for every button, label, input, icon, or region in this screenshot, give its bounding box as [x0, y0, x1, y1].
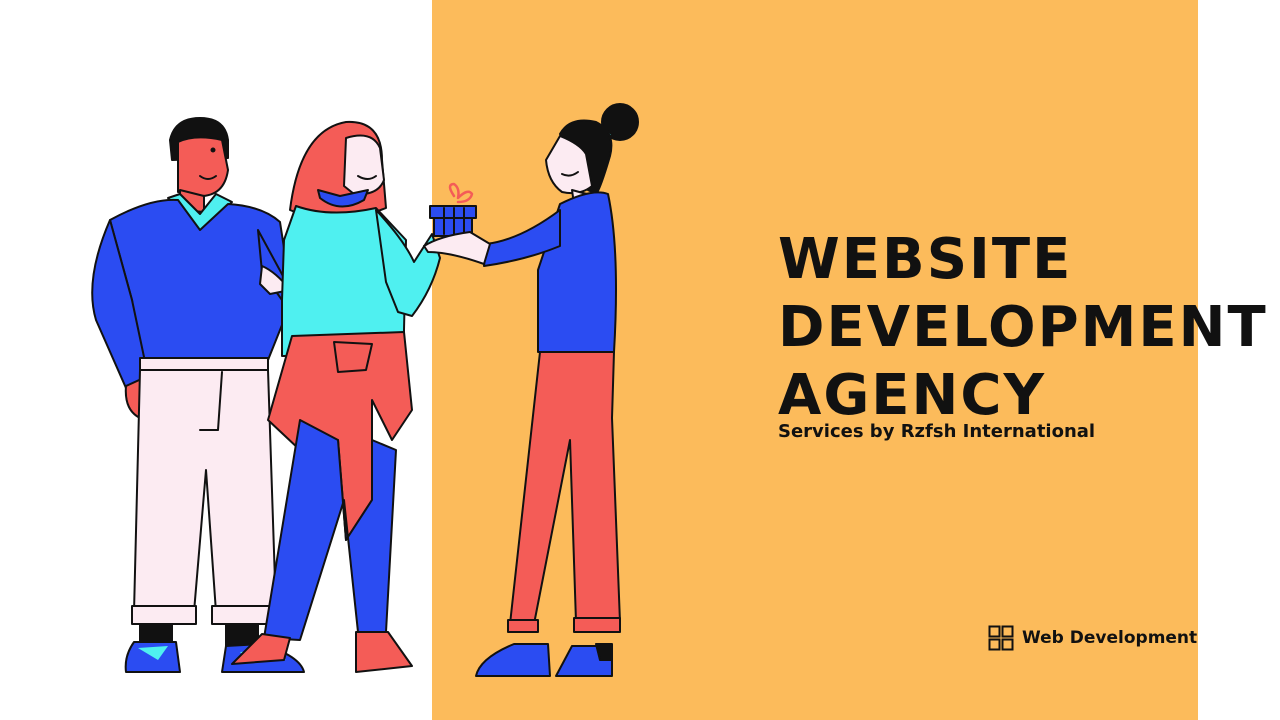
- woman-right-figure: [423, 103, 639, 677]
- category-badge: Web Development: [988, 625, 1197, 651]
- headline-line-2: DEVELOPMENT: [778, 295, 1268, 360]
- gift-box: [429, 182, 477, 237]
- subtitle: Services by Rzfsh International: [778, 421, 1096, 442]
- badge-label: Web Development: [1022, 628, 1198, 648]
- headline-line-3: AGENCY: [778, 363, 1047, 428]
- headline: WEBSITE DEVELOPMENT AGENCY: [778, 226, 1268, 430]
- grid-icon: [988, 625, 1014, 651]
- headline-line-1: WEBSITE: [778, 227, 1073, 292]
